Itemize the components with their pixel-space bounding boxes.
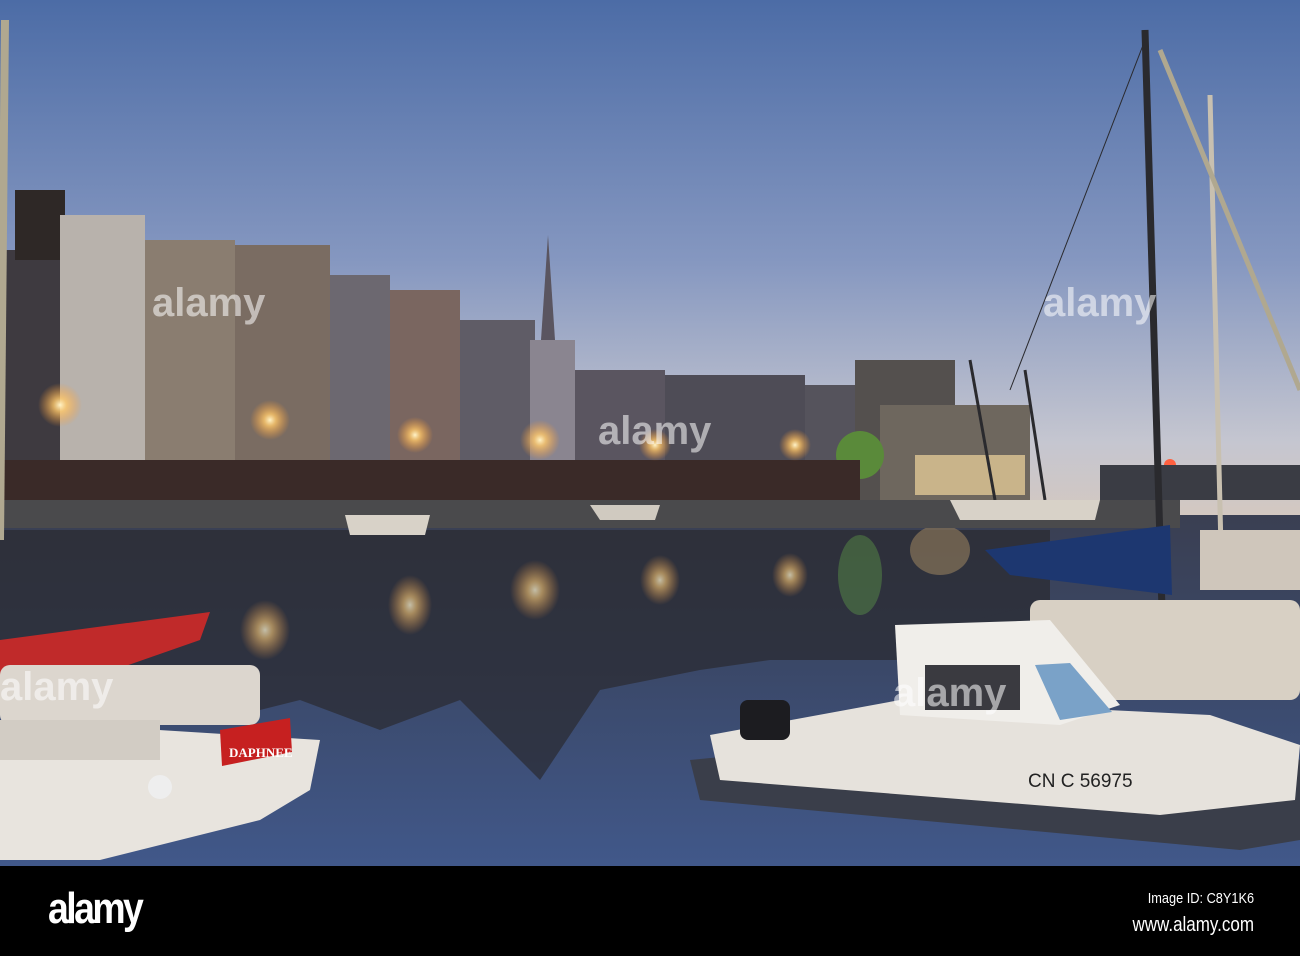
motor-boat-registration: CN C 56975 xyxy=(1028,771,1133,792)
boat-name-daphnee: DAPHNEE xyxy=(229,745,293,760)
alamy-logo[interactable]: alamy xyxy=(48,884,144,934)
watermark-text: alamy xyxy=(152,281,266,325)
watermark-text: alamy xyxy=(0,665,114,709)
stock-photo: CN C 56975 DAPHNEE alamy alamy alamy ala… xyxy=(0,0,1300,956)
website-link[interactable]: www.alamy.com xyxy=(1132,914,1254,937)
harbour-photo: CN C 56975 DAPHNEE alamy alamy alamy ala… xyxy=(0,0,1300,866)
image-id: Image ID: C8Y1K6 xyxy=(1147,890,1254,907)
footer-bar: alamy Image ID: C8Y1K6 www.alamy.com xyxy=(0,866,1300,956)
watermark-text: alamy xyxy=(893,671,1007,715)
watermark-text: alamy xyxy=(598,409,712,453)
watermark-text: alamy xyxy=(1043,281,1157,325)
